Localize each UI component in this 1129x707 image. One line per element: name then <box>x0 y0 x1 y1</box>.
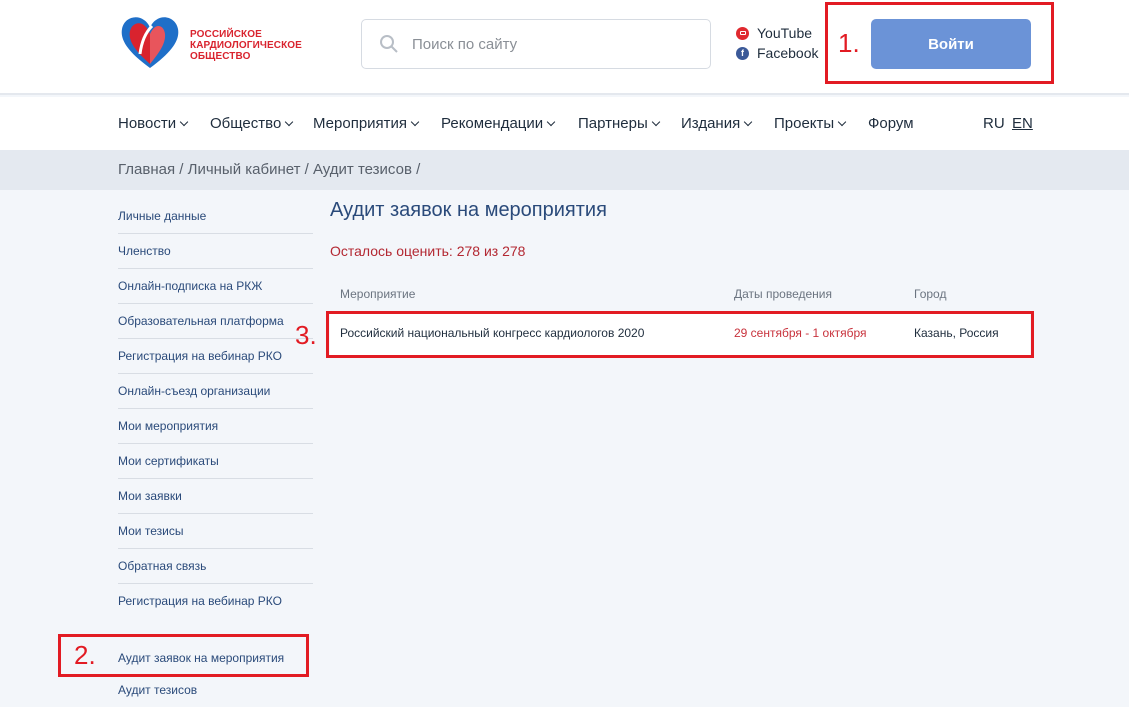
nav-item-events[interactable]: Мероприятия <box>313 115 420 132</box>
logo-line-3: ОБЩЕСТВО <box>190 51 251 62</box>
annotation-number-2: 2. <box>74 640 96 670</box>
lang-en[interactable]: EN <box>1012 115 1033 132</box>
nav-item-forum[interactable]: Форум <box>868 115 914 132</box>
breadcrumb-bar: Главная / Личный кабинет / Аудит тезисов… <box>0 150 1129 190</box>
nav-label: Мероприятия <box>313 115 408 132</box>
sidebar-item-my-applications[interactable]: Мои заявки <box>118 479 313 514</box>
page-title: Аудит заявок на мероприятия <box>330 199 607 221</box>
logo[interactable]: РОССИЙСКОЕ КАРДИОЛОГИЧЕСКОЕ ОБЩЕСТВО <box>118 14 318 70</box>
column-header-dates: Даты проведения <box>734 287 832 301</box>
sidebar-item-personal-data[interactable]: Личные данные <box>118 199 313 234</box>
youtube-icon <box>736 26 749 40</box>
youtube-label: YouTube <box>757 25 813 41</box>
sidebar-item-my-abstracts[interactable]: Мои тезисы <box>118 514 313 549</box>
chevron-down-icon <box>546 117 556 127</box>
chevron-down-icon <box>410 117 420 127</box>
lang-ru[interactable]: RU <box>983 115 1005 132</box>
nav-label: Рекомендации <box>441 115 544 132</box>
logo-line-1: РОССИЙСКОЕ <box>190 29 262 40</box>
chevron-down-icon <box>285 117 294 127</box>
nav-item-publications[interactable]: Издания <box>681 115 753 132</box>
chevron-down-icon <box>837 117 847 127</box>
column-header-city: Город <box>914 287 947 301</box>
sidebar-item-journal-subscription[interactable]: Онлайн-подписка на РКЖ <box>118 269 313 304</box>
main-nav: Новости Общество Мероприятия Рекомендаци… <box>0 97 1129 150</box>
logo-line-2: КАРДИОЛОГИЧЕСКОЕ <box>190 40 302 51</box>
facebook-link[interactable]: f Facebook <box>736 45 818 61</box>
search-box[interactable] <box>361 19 711 69</box>
sidebar-item-feedback[interactable]: Обратная связь <box>118 549 313 584</box>
sidebar-item-membership[interactable]: Членство <box>118 234 313 269</box>
sidebar-item-my-certificates[interactable]: Мои сертификаты <box>118 444 313 479</box>
search-icon <box>380 35 398 53</box>
sidebar-item-webinar-registration[interactable]: Регистрация на вебинар РКО <box>118 339 313 374</box>
chevron-down-icon <box>743 117 753 127</box>
nav-item-news[interactable]: Новости <box>118 115 189 132</box>
nav-item-recommendations[interactable]: Рекомендации <box>441 115 556 132</box>
annotation-box-3 <box>326 311 1034 358</box>
nav-label: Проекты <box>774 115 835 132</box>
sidebar-item-my-events[interactable]: Мои мероприятия <box>118 409 313 444</box>
sidebar-item-education-platform[interactable]: Образовательная платформа <box>118 304 313 339</box>
logo-heart-icon <box>121 17 179 68</box>
nav-item-society[interactable]: Общество <box>210 115 294 132</box>
sidebar-item-online-congress[interactable]: Онлайн-съезд организации <box>118 374 313 409</box>
chevron-down-icon <box>651 117 661 127</box>
breadcrumb[interactable]: Главная / Личный кабинет / Аудит тезисов… <box>118 161 420 178</box>
youtube-link[interactable]: YouTube <box>736 25 812 41</box>
nav-label: Форум <box>868 115 914 132</box>
nav-label: Партнеры <box>578 115 648 132</box>
nav-item-partners[interactable]: Партнеры <box>578 115 661 132</box>
facebook-label: Facebook <box>757 45 819 61</box>
sidebar-item-abstract-audit[interactable]: Аудит тезисов <box>118 673 313 707</box>
column-header-event: Мероприятие <box>340 287 416 301</box>
sidebar: Личные данные Членство Онлайн-подписка н… <box>118 199 313 697</box>
chevron-down-icon <box>179 117 189 127</box>
nav-label: Новости <box>118 115 177 132</box>
facebook-icon: f <box>736 46 749 60</box>
main-content: Аудит заявок на мероприятия Осталось оце… <box>330 199 1030 355</box>
logo-text: РОССИЙСКОЕ КАРДИОЛОГИЧЕСКОЕ ОБЩЕСТВО <box>190 29 302 62</box>
nav-item-projects[interactable]: Проекты <box>774 115 847 132</box>
search-input[interactable] <box>412 32 692 56</box>
sidebar-item-webinar-registration-2[interactable]: Регистрация на вебинар РКО <box>118 584 313 619</box>
remaining-count: Осталось оценить: 278 из 278 <box>330 243 526 259</box>
annotation-number-3: 3. <box>295 320 317 350</box>
nav-label: Издания <box>681 115 741 132</box>
nav-label: Общество <box>210 115 282 132</box>
annotation-number-1: 1. <box>838 28 860 58</box>
